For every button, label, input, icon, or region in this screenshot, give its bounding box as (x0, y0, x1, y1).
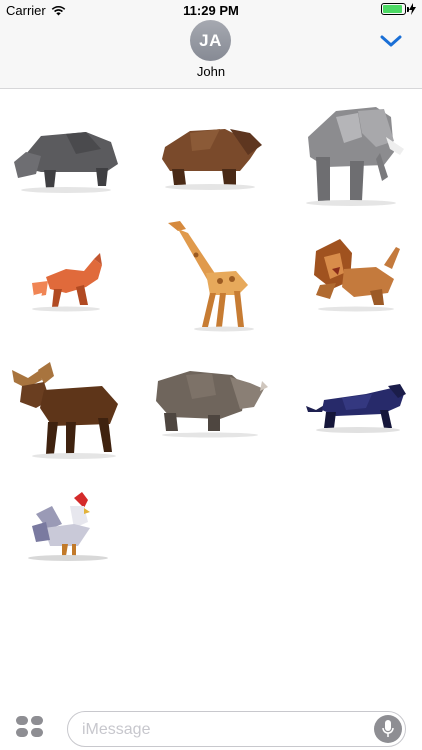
rooster-sticker[interactable] (18, 484, 138, 604)
contact-avatar[interactable]: JA (190, 20, 231, 61)
app-drawer-icon[interactable] (16, 716, 43, 737)
chevron-down-icon[interactable] (378, 32, 404, 50)
status-time: 11:29 PM (183, 3, 239, 18)
elephant-sticker[interactable] (296, 97, 416, 217)
message-input[interactable]: iMessage (67, 711, 406, 747)
status-bar: Carrier 11:29 PM (0, 0, 422, 22)
message-placeholder: iMessage (82, 721, 151, 738)
giraffe-sticker[interactable] (150, 215, 270, 335)
microphone-icon (382, 720, 394, 737)
contact-name[interactable]: John (0, 64, 422, 79)
charging-bolt-icon (409, 3, 416, 15)
hippo-sticker[interactable] (6, 94, 126, 214)
microphone-button[interactable] (374, 715, 402, 743)
lion-sticker[interactable] (296, 225, 416, 345)
bear-sticker[interactable] (150, 99, 270, 219)
message-composer: iMessage (0, 703, 422, 750)
moose-sticker[interactable] (6, 356, 126, 476)
panther-sticker[interactable] (296, 364, 416, 484)
rhino-sticker[interactable] (150, 359, 270, 479)
avatar-initials: JA (199, 30, 222, 50)
fox-sticker[interactable] (6, 225, 126, 345)
battery-icon (381, 3, 409, 15)
